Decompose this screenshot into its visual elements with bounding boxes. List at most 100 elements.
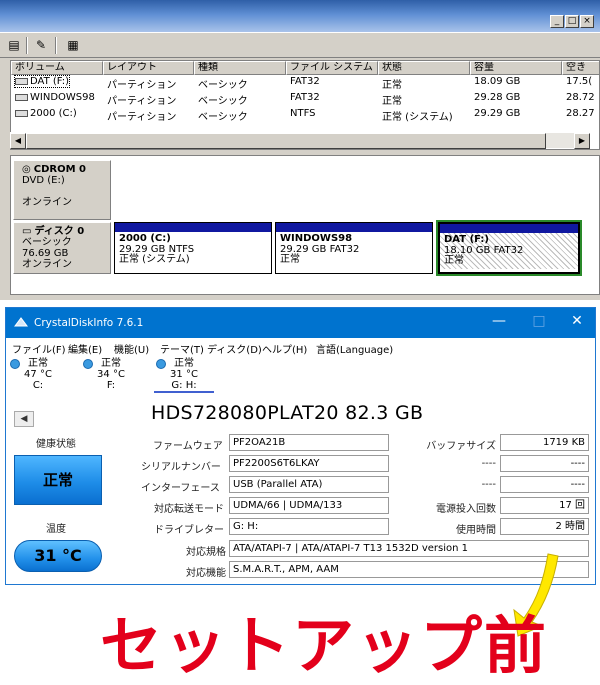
volume-filesystem: FAT32	[290, 92, 320, 103]
scroll-right-icon[interactable]: ▶	[574, 133, 590, 149]
console-tree-icon[interactable]: ▤	[5, 37, 23, 54]
volume-capacity: 29.29 GB	[474, 108, 521, 119]
partition-name: WINDOWS98	[280, 233, 353, 244]
partition-status: 正常	[444, 255, 464, 266]
interface-label: インターフェース	[141, 483, 220, 494]
interface-value: USB (Parallel ATA)	[229, 476, 389, 493]
menu-edit[interactable]: 編集(E)	[68, 341, 102, 356]
minimize-button[interactable]: _	[550, 15, 564, 28]
column-header-status[interactable]: 状態	[378, 61, 470, 75]
disk-tab-gh[interactable]: 正常 31 °C G: H:	[154, 358, 214, 393]
volume-type: ベーシック	[198, 80, 248, 91]
column-header-layout[interactable]: レイアウト	[103, 61, 194, 75]
blank-label-2: ----	[481, 479, 496, 490]
horizontal-scrollbar[interactable]: ◀ ▶	[10, 132, 590, 149]
table-row[interactable]: DAT (F:) パーティション ベーシック FAT32 正常 18.09 GB…	[11, 75, 599, 91]
blank-label-1: ----	[481, 458, 496, 469]
power-count-label: 電源投入回数	[436, 504, 496, 515]
volume-filesystem: NTFS	[290, 108, 316, 119]
cdi-titlebar[interactable]: CrystalDiskInfo 7.6.1 — □ ✕	[6, 308, 595, 338]
close-button[interactable]: ×	[580, 15, 594, 28]
disk0-size: 76.69 GB	[22, 248, 69, 259]
volume-layout: パーティション	[107, 112, 177, 123]
blank-value-2: ----	[500, 476, 589, 493]
volume-free: 28.72	[566, 92, 595, 103]
drive-icon	[15, 94, 28, 101]
scrollbar-thumb[interactable]	[26, 133, 546, 149]
status-dot-icon	[156, 359, 166, 369]
volume-free: 28.27	[566, 108, 595, 119]
status-dot-icon	[83, 359, 93, 369]
menu-help[interactable]: ヘルプ(H)	[262, 341, 307, 356]
tab-temp: 31 °C	[170, 369, 198, 380]
disk0-type: ベーシック	[22, 237, 72, 248]
volume-status: 正常	[382, 96, 402, 107]
column-header-type[interactable]: 種類	[194, 61, 286, 75]
tab-drive: C:	[32, 380, 44, 391]
disk-tab-c[interactable]: 正常 47 °C C:	[8, 358, 68, 391]
drive-letter-label: ドライブレター	[154, 525, 224, 536]
column-header-volume[interactable]: ボリューム	[11, 61, 103, 75]
crystaldiskinfo-window: CrystalDiskInfo 7.6.1 — □ ✕ ファイル(F) 編集(E…	[5, 307, 596, 585]
serial-value: PF2200S6T6LKAY	[229, 455, 389, 472]
table-row[interactable]: 2000 (C:) パーティション ベーシック NTFS 正常 (システム) 2…	[11, 107, 599, 123]
menu-function[interactable]: 機能(U)	[114, 341, 149, 356]
temperature-button[interactable]: 31 °C	[14, 540, 102, 572]
volume-name: 2000 (C:)	[30, 108, 77, 119]
drive-icon	[15, 78, 28, 85]
menu-theme[interactable]: テーマ(T)	[160, 341, 204, 356]
maximize-button[interactable]: □	[524, 313, 554, 329]
disk0-label[interactable]: ▭ ディスク 0 ベーシック 76.69 GB オンライン	[13, 222, 111, 274]
disk-graph-pane: ◎ CDROM 0 DVD (E:) オンライン ▭ ディスク 0 ベーシック 76…	[10, 155, 600, 295]
transfer-mode-label: 対応転送モード	[154, 504, 224, 515]
column-header-capacity[interactable]: 容量	[470, 61, 562, 75]
partition-name: 2000 (C:)	[119, 233, 171, 244]
menu-language[interactable]: 言語(Language)	[316, 341, 393, 356]
volume-layout: パーティション	[107, 96, 177, 107]
volume-layout: パーティション	[107, 80, 177, 91]
menu-file[interactable]: ファイル(F)	[12, 341, 66, 356]
cdrom-icon: ◎	[22, 164, 31, 175]
volume-filesystem: FAT32	[290, 76, 320, 87]
menu-disk[interactable]: ディスク(D)	[207, 341, 262, 356]
status-dot-icon	[10, 359, 20, 369]
volume-status: 正常 (システム)	[382, 112, 453, 123]
firmware-label: ファームウェア	[153, 441, 223, 452]
features-label: 対応機能	[186, 568, 226, 579]
transfer-mode-value: UDMA/66 | UDMA/133	[229, 497, 389, 514]
volume-list-header: ボリューム レイアウト 種類 ファイル システム 状態 容量 空き	[11, 61, 599, 75]
scroll-left-icon[interactable]: ◀	[10, 133, 26, 149]
cdrom-status: オンライン	[22, 197, 72, 208]
column-header-free[interactable]: 空き	[562, 61, 599, 75]
disk-tab-f[interactable]: 正常 34 °C F:	[81, 358, 141, 391]
cdrom-name: CDROM 0	[33, 164, 86, 175]
volume-capacity: 29.28 GB	[474, 92, 521, 103]
previous-disk-button[interactable]: ◀	[14, 411, 34, 427]
partition-windows98[interactable]: WINDOWS98 29.29 GB FAT32 正常	[275, 222, 433, 274]
power-count-value: 17 回	[500, 497, 589, 514]
minimize-button[interactable]: —	[484, 313, 514, 329]
maximize-button[interactable]: □	[565, 15, 579, 28]
properties-icon[interactable]: ✎	[32, 37, 50, 54]
cdrom-label[interactable]: ◎ CDROM 0 DVD (E:) オンライン	[13, 160, 111, 220]
partition-dat[interactable]: DAT (F:) 18.10 GB FAT32 正常	[436, 220, 582, 276]
partition-detail: 18.10 GB FAT32	[444, 244, 524, 256]
partition-2000[interactable]: 2000 (C:) 29.29 GB NTFS 正常 (システム)	[114, 222, 272, 274]
table-row[interactable]: WINDOWS98 パーティション ベーシック FAT32 正常 29.28 G…	[11, 91, 599, 107]
window-titlebar[interactable]: _ □ ×	[0, 0, 600, 32]
tab-temp: 47 °C	[24, 369, 52, 380]
drive-icon	[15, 110, 28, 117]
partition-status: 正常	[280, 254, 300, 265]
cdi-title: CrystalDiskInfo 7.6.1	[34, 317, 144, 329]
tab-drive: G: H:	[171, 380, 197, 391]
drive-letter-value: G: H:	[229, 518, 389, 535]
cdrom-drive: DVD (E:)	[22, 175, 65, 186]
partition-detail: 29.29 GB FAT32	[280, 243, 360, 255]
column-header-filesystem[interactable]: ファイル システム	[286, 61, 378, 75]
close-button[interactable]: ✕	[562, 313, 592, 329]
help-icon[interactable]: ▦	[64, 37, 82, 54]
volume-type: ベーシック	[198, 112, 248, 123]
health-status-button[interactable]: 正常	[14, 455, 102, 505]
health-label: 健康状態	[36, 439, 76, 450]
app-icon	[14, 317, 28, 327]
